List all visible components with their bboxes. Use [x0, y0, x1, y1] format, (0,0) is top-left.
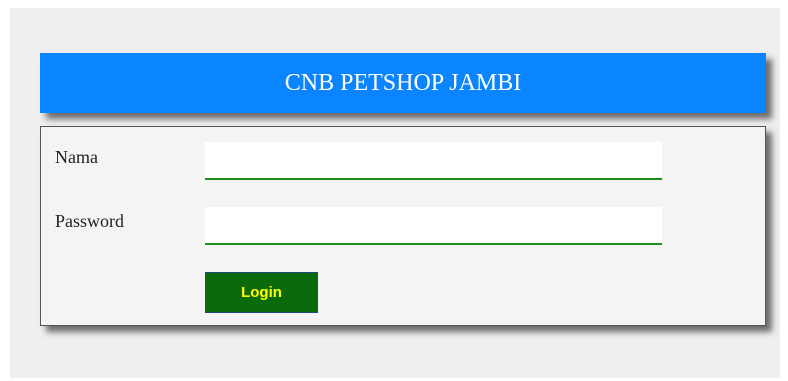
password-input[interactable]: [205, 207, 662, 245]
login-header: CNB PETSHOP JAMBI: [40, 53, 766, 113]
nama-label: Nama: [55, 147, 98, 167]
password-label: Password: [55, 211, 125, 231]
login-button[interactable]: Login: [205, 272, 318, 313]
login-form: Nama Password Login: [40, 126, 766, 326]
nama-input[interactable]: [205, 142, 662, 180]
page-title: CNB PETSHOP JAMBI: [284, 69, 522, 96]
